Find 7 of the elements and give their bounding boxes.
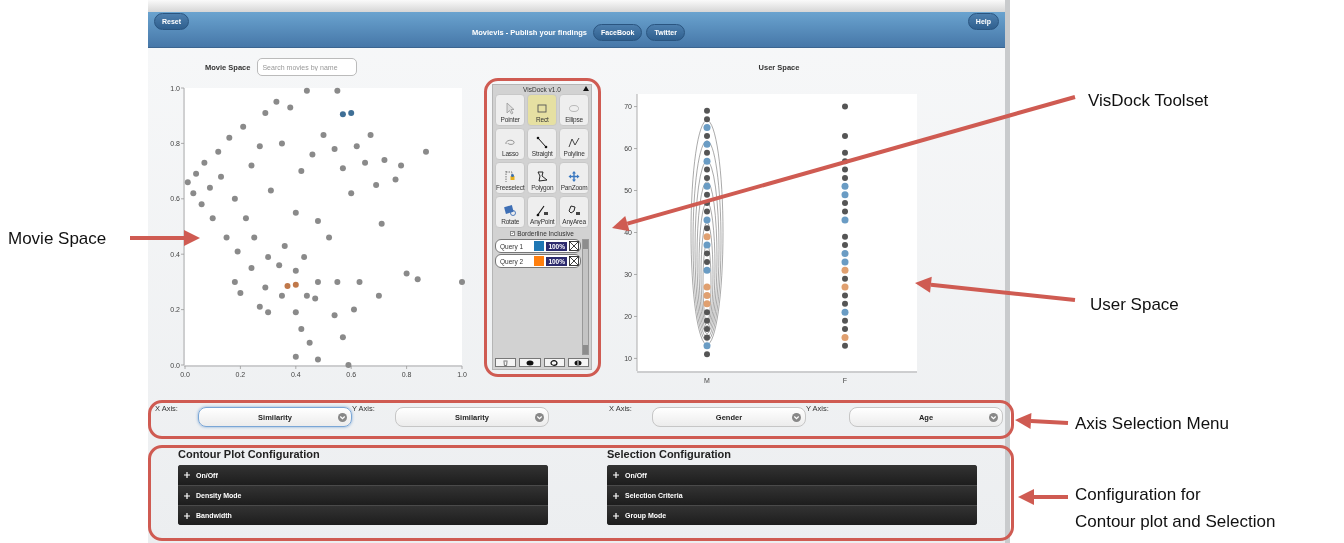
section-title: Selection Configuration — [607, 448, 733, 460]
callout-label: Axis Selection Menu — [1075, 413, 1230, 435]
callout-label: Configuration for Contour plot and Selection — [1075, 484, 1276, 533]
callout-label: Movie Space — [8, 228, 107, 250]
section-title: Contour Plot Configuration — [178, 448, 321, 460]
callout-label: User Space — [1090, 294, 1179, 316]
callout-label: VisDock Toolset — [1088, 90, 1209, 112]
